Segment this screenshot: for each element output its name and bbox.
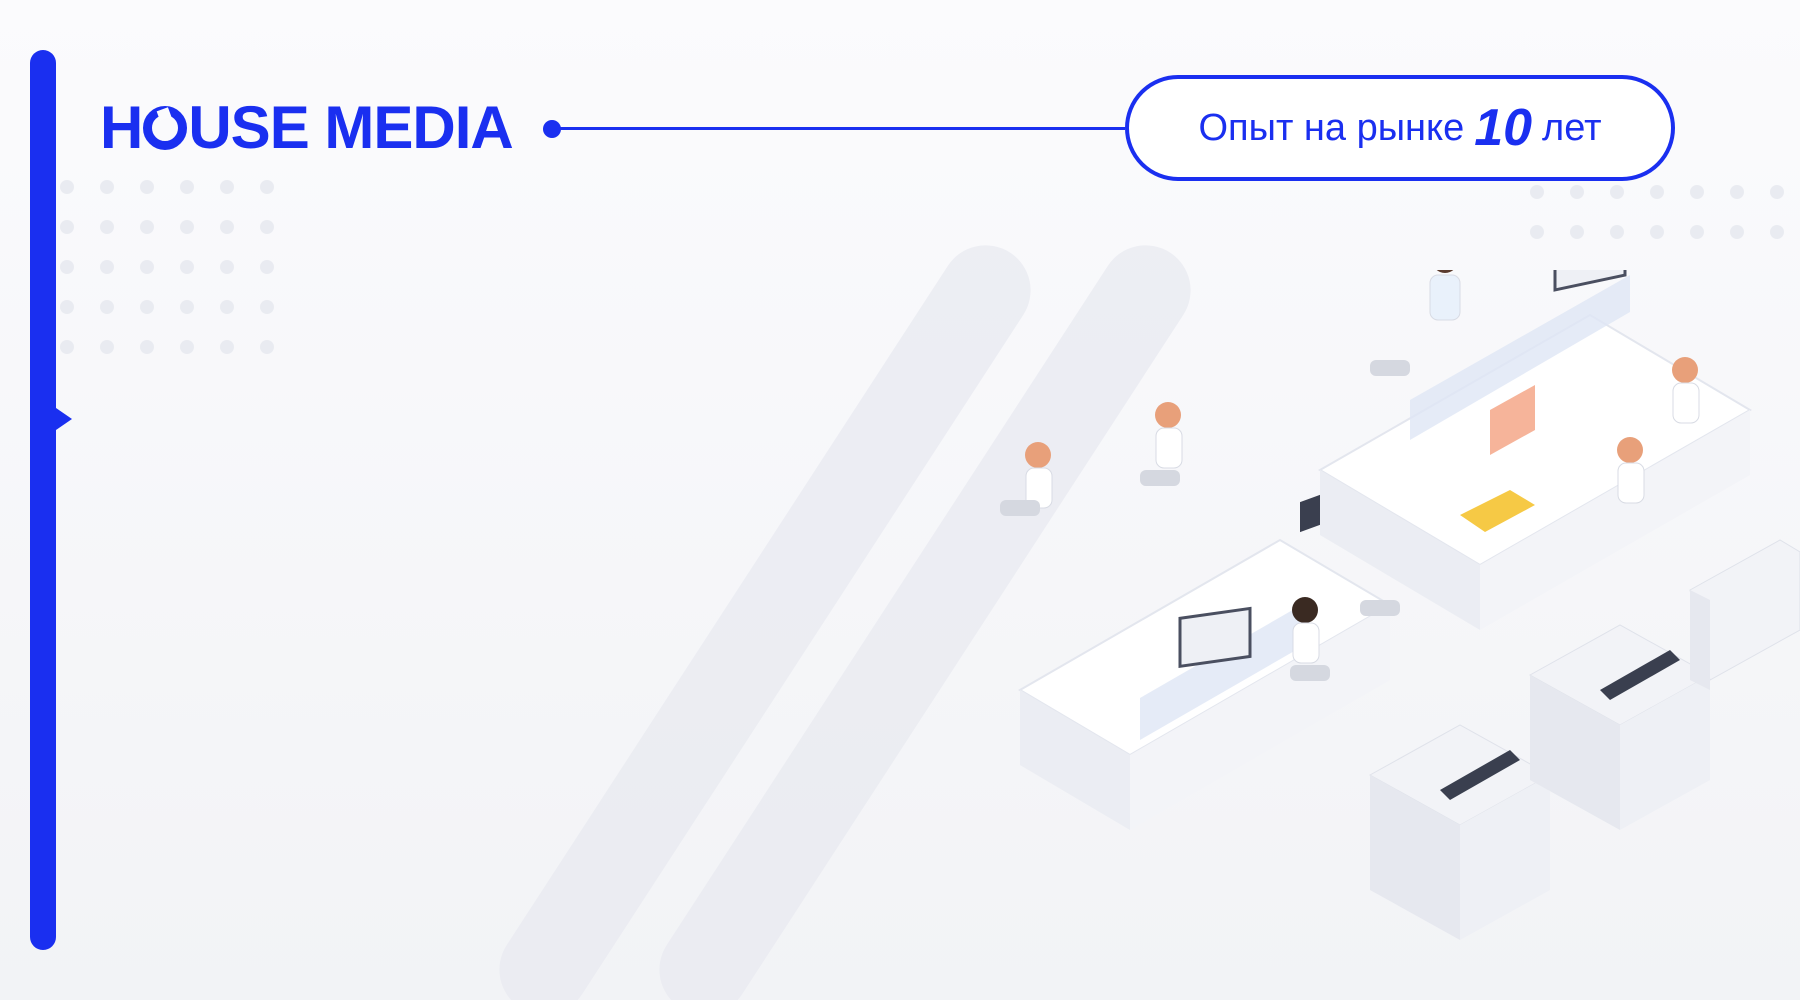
background-dot xyxy=(1530,185,1544,199)
background-dot xyxy=(100,260,114,274)
background-dot xyxy=(100,180,114,194)
background-dot xyxy=(100,220,114,234)
background-dot xyxy=(180,340,194,354)
background-dot xyxy=(1690,225,1704,239)
background-dot xyxy=(1770,225,1784,239)
background-dot xyxy=(220,340,234,354)
background-dot xyxy=(180,220,194,234)
connector-line xyxy=(555,127,1125,130)
background-dot xyxy=(60,220,74,234)
background-dot xyxy=(140,220,154,234)
background-dot xyxy=(180,260,194,274)
background-dot-grid-right xyxy=(1530,185,1800,245)
accent-bar-notch xyxy=(56,408,72,430)
background-dot xyxy=(1730,225,1744,239)
background-dot-grid-left xyxy=(60,180,280,354)
background-dot xyxy=(260,260,274,274)
background-dot xyxy=(1690,185,1704,199)
badge-number: 10 xyxy=(1474,99,1533,157)
badge-suffix: лет xyxy=(1542,106,1602,149)
background-dot xyxy=(140,180,154,194)
logo-text-left: H xyxy=(100,94,143,161)
background-dot xyxy=(1730,185,1744,199)
background-dot xyxy=(1610,225,1624,239)
background-dot xyxy=(260,180,274,194)
house-media-logo: H USE MEDIA xyxy=(100,94,514,161)
background-dot xyxy=(60,180,74,194)
background-dot xyxy=(100,300,114,314)
background-dot xyxy=(180,300,194,314)
background-dot xyxy=(180,180,194,194)
background-dot xyxy=(1570,185,1584,199)
background-dot xyxy=(140,260,154,274)
background-dot xyxy=(1650,185,1664,199)
background-dot xyxy=(1530,225,1544,239)
background-dot xyxy=(1770,185,1784,199)
background-dot xyxy=(1610,185,1624,199)
background-dot xyxy=(220,260,234,274)
background-dot xyxy=(260,300,274,314)
desk-cluster-right xyxy=(1318,270,1752,630)
background-dot xyxy=(220,300,234,314)
vertical-accent-bar xyxy=(30,50,56,950)
experience-badge: Опыт на рынке 10 лет xyxy=(1125,75,1675,181)
background-dot xyxy=(60,260,74,274)
background-dot xyxy=(60,300,74,314)
slide-canvas: H USE MEDIA Опыт на рынке 10 лет xyxy=(0,0,1800,1000)
background-dot xyxy=(60,340,74,354)
logo-text-right: USE MEDIA xyxy=(188,94,513,161)
background-dot xyxy=(260,340,274,354)
badge-prefix: Опыт на рынке xyxy=(1198,106,1465,149)
background-dot xyxy=(1570,225,1584,239)
background-dot xyxy=(220,220,234,234)
background-dot xyxy=(140,300,154,314)
office-illustration xyxy=(1000,270,1800,940)
logo-o-ring-icon xyxy=(143,106,188,150)
background-dot xyxy=(220,180,234,194)
background-dot xyxy=(140,340,154,354)
background-dot xyxy=(100,340,114,354)
background-dot xyxy=(1650,225,1664,239)
background-dot xyxy=(260,220,274,234)
